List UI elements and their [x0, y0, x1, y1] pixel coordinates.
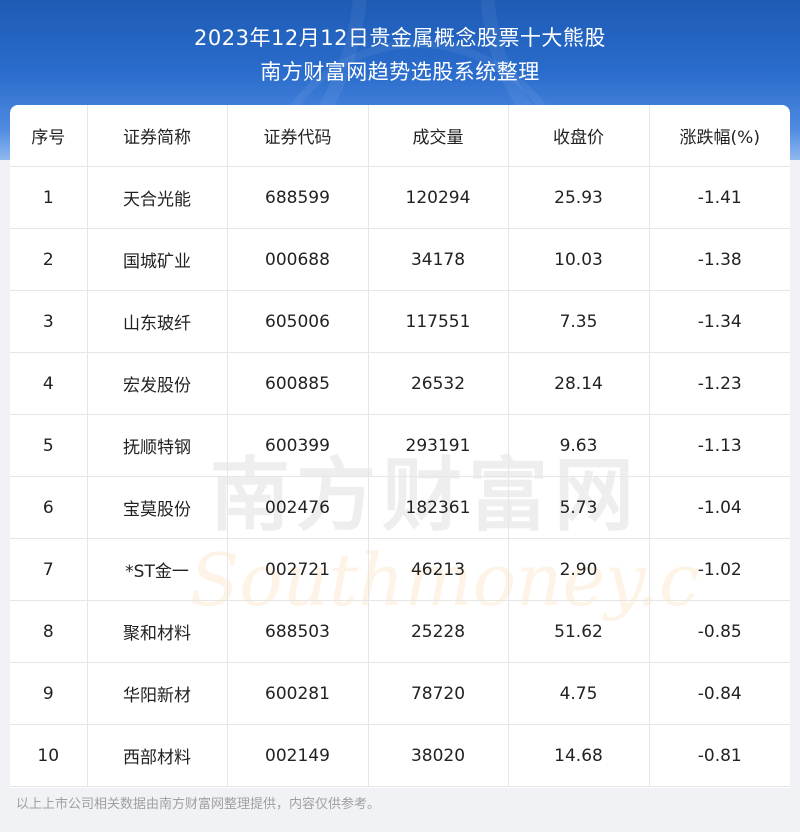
cell-stock-name: 山东玻纤 [87, 290, 228, 353]
cell-stock-name: 抚顺特钢 [87, 414, 228, 477]
cell-close-price: 9.63 [508, 414, 650, 477]
cell-change-pct: -1.13 [649, 414, 790, 477]
table-row: 3 山东玻纤 605006 117551 7.35 -1.34 [10, 290, 790, 353]
cell-stock-name: 宏发股份 [87, 352, 228, 415]
column-header-rank: 序号 [10, 105, 88, 167]
table-header-row: 序号 证券简称 证券代码 成交量 收盘价 涨跌幅(%) [10, 105, 790, 167]
cell-close-price: 5.73 [508, 476, 650, 539]
page-subtitle: 南方财富网趋势选股系统整理 [260, 60, 540, 84]
cell-volume: 38020 [368, 724, 509, 787]
cell-change-pct: -0.84 [649, 662, 790, 725]
cell-change-pct: -1.34 [649, 290, 790, 353]
cell-stock-name: 天合光能 [87, 166, 228, 229]
table-row: 5 抚顺特钢 600399 293191 9.63 -1.13 [10, 414, 790, 477]
cell-close-price: 10.03 [508, 228, 650, 291]
cell-close-price: 28.14 [508, 352, 650, 415]
cell-close-price: 14.68 [508, 724, 650, 787]
cell-rank: 8 [10, 600, 88, 663]
footer-note: 以上上市公司相关数据由南方财富网整理提供，内容仅供参考。 [16, 797, 381, 812]
cell-rank: 6 [10, 476, 88, 539]
cell-rank: 5 [10, 414, 88, 477]
stock-table: 序号 证券简称 证券代码 成交量 收盘价 涨跌幅(%) 1 天合光能 688599 120294… [10, 105, 790, 787]
cell-change-pct: -0.81 [649, 724, 790, 787]
column-header-change-pct: 涨跌幅(%) [649, 105, 790, 167]
cell-rank: 9 [10, 662, 88, 725]
column-header-close-price: 收盘价 [508, 105, 650, 167]
table-row: 2 国城矿业 000688 34178 10.03 -1.38 [10, 228, 790, 291]
cell-change-pct: -1.41 [649, 166, 790, 229]
table-row: 9 华阳新材 600281 78720 4.75 -0.84 [10, 662, 790, 725]
cell-stock-name: 宝莫股份 [87, 476, 228, 539]
cell-close-price: 2.90 [508, 538, 650, 601]
table-row: 6 宝莫股份 002476 182361 5.73 -1.04 [10, 476, 790, 539]
table-row: 7 *ST金一 002721 46213 2.90 -1.02 [10, 538, 790, 601]
cell-volume: 46213 [368, 538, 509, 601]
cell-close-price: 7.35 [508, 290, 650, 353]
cell-rank: 4 [10, 352, 88, 415]
cell-close-price: 4.75 [508, 662, 650, 725]
table-card: 南方财富网 Southmoney.com 序号证券简称证券代码成交量收盘价涨跌幅… [10, 105, 790, 788]
cell-stock-name: 国城矿业 [87, 228, 228, 291]
cell-change-pct: -0.85 [649, 600, 790, 663]
cell-stock-name: 华阳新材 [87, 662, 228, 725]
cell-volume: 293191 [368, 414, 509, 477]
cell-volume: 120294 [368, 166, 509, 229]
table-row: 4 宏发股份 600885 26532 28.14 -1.23 [10, 352, 790, 415]
table-row: 8 聚和材料 688503 25228 51.62 -0.85 [10, 600, 790, 663]
cell-volume: 117551 [368, 290, 509, 353]
cell-volume: 25228 [368, 600, 509, 663]
cell-rank: 7 [10, 538, 88, 601]
column-header-stock-code: 证券代码 [227, 105, 369, 167]
cell-stock-code: 605006 [227, 290, 369, 353]
cell-volume: 182361 [368, 476, 509, 539]
page-title: 2023年12月12日贵金属概念股票十大熊股 [194, 26, 606, 50]
cell-change-pct: -1.04 [649, 476, 790, 539]
cell-rank: 10 [10, 724, 88, 787]
column-header-volume: 成交量 [368, 105, 509, 167]
cell-change-pct: -1.38 [649, 228, 790, 291]
cell-change-pct: -1.02 [649, 538, 790, 601]
cell-stock-name: *ST金一 [87, 538, 228, 601]
cell-volume: 78720 [368, 662, 509, 725]
cell-rank: 2 [10, 228, 88, 291]
cell-volume: 26532 [368, 352, 509, 415]
cell-rank: 1 [10, 166, 88, 229]
cell-volume: 34178 [368, 228, 509, 291]
cell-stock-code: 000688 [227, 228, 369, 291]
cell-stock-code: 688503 [227, 600, 369, 663]
cell-stock-code: 600399 [227, 414, 369, 477]
table-row: 10 西部材料 002149 38020 14.68 -0.81 [10, 724, 790, 787]
cell-stock-name: 聚和材料 [87, 600, 228, 663]
cell-stock-code: 600281 [227, 662, 369, 725]
cell-close-price: 51.62 [508, 600, 650, 663]
table-row: 1 天合光能 688599 120294 25.93 -1.41 [10, 166, 790, 229]
cell-stock-code: 688599 [227, 166, 369, 229]
cell-stock-code: 600885 [227, 352, 369, 415]
cell-change-pct: -1.23 [649, 352, 790, 415]
cell-stock-code: 002476 [227, 476, 369, 539]
cell-rank: 3 [10, 290, 88, 353]
cell-stock-code: 002149 [227, 724, 369, 787]
cell-stock-name: 西部材料 [87, 724, 228, 787]
column-header-stock-name: 证券简称 [87, 105, 228, 167]
cell-close-price: 25.93 [508, 166, 650, 229]
cell-stock-code: 002721 [227, 538, 369, 601]
